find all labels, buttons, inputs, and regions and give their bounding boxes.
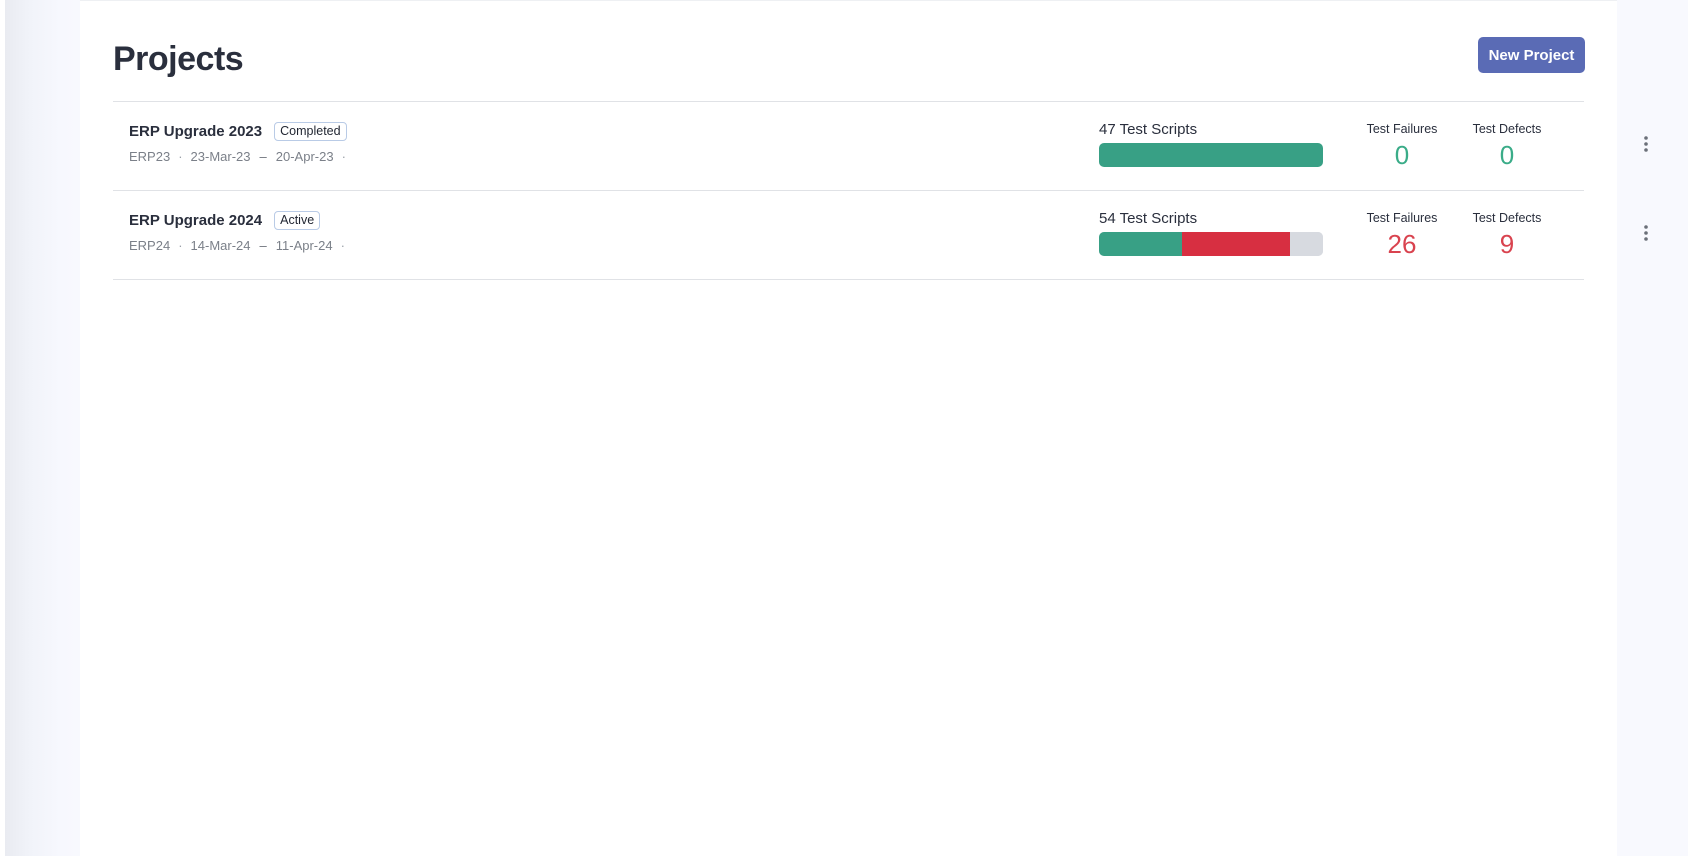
end-date: 20-Apr-23: [275, 149, 334, 164]
test-scripts-summary: 47 Test Scripts: [1099, 121, 1323, 167]
test-scripts-progress-bar: [1099, 143, 1323, 167]
test-defects-value: 0: [1499, 140, 1515, 170]
more-vertical-icon[interactable]: [1637, 221, 1655, 245]
start-date: 14-Mar-24: [190, 238, 251, 253]
project-meta: ERP23 · 23-Mar-23–20-Apr-23 ·: [129, 149, 354, 164]
test-failures-value: 26: [1387, 229, 1417, 259]
more-vertical-icon[interactable]: [1637, 132, 1655, 156]
status-badge: Completed: [274, 122, 347, 141]
meta-separator: ·: [341, 149, 346, 164]
test-defects-stat: Test Defects 9: [1462, 210, 1552, 260]
end-date: 11-Apr-24: [275, 238, 333, 253]
test-defects-label: Test Defects: [1472, 211, 1542, 225]
test-defects-value: 9: [1499, 229, 1515, 259]
project-row[interactable]: ERP Upgrade 2024 Active ERP24 · 14-Mar-24–…: [113, 191, 1648, 279]
test-failures-stat: Test Failures 0: [1357, 121, 1447, 171]
project-name[interactable]: ERP Upgrade 2024: [129, 212, 262, 229]
project-title-line: ERP Upgrade 2023 Completed: [129, 122, 347, 141]
test-scripts-progress-bar: [1099, 232, 1323, 256]
progress-failed-segment: [1181, 232, 1290, 256]
test-scripts-count: 54 Test Scripts: [1099, 210, 1198, 227]
start-date: 23-Mar-23: [190, 149, 251, 164]
test-defects-label: Test Defects: [1472, 122, 1542, 136]
project-list: ERP Upgrade 2023 Completed ERP23 · 23-Mar-…: [113, 101, 1648, 280]
test-failures-stat: Test Failures 26: [1357, 210, 1447, 260]
project-row[interactable]: ERP Upgrade 2023 Completed ERP23 · 23-Mar-…: [113, 102, 1648, 190]
date-range-dash: –: [259, 149, 267, 164]
test-scripts-summary: 54 Test Scripts: [1099, 210, 1323, 256]
date-range-dash: –: [259, 238, 267, 253]
test-scripts-count: 47 Test Scripts: [1099, 121, 1198, 138]
project-meta: ERP24 · 14-Mar-24–11-Apr-24 ·: [129, 238, 353, 253]
test-failures-label: Test Failures: [1366, 211, 1438, 225]
project-title-line: ERP Upgrade 2024 Active: [129, 211, 321, 230]
test-defects-stat: Test Defects 0: [1462, 121, 1552, 171]
meta-separator: ·: [178, 238, 183, 253]
divider: [113, 279, 1584, 280]
progress-passed-segment: [1099, 232, 1182, 256]
project-code: ERP24: [129, 238, 171, 253]
test-failures-value: 0: [1394, 140, 1410, 170]
new-project-button[interactable]: New Project: [1478, 37, 1585, 73]
progress-passed-segment: [1099, 143, 1323, 167]
progress-remaining-segment: [1289, 232, 1323, 256]
meta-separator: ·: [340, 238, 345, 253]
page-title: Projects: [113, 40, 244, 78]
left-rail: [0, 0, 80, 856]
status-badge: Active: [274, 211, 321, 230]
test-failures-label: Test Failures: [1366, 122, 1438, 136]
projects-panel: Projects New Project ERP Upgrade 2023 Co…: [80, 0, 1648, 856]
meta-separator: ·: [178, 149, 183, 164]
project-code: ERP23: [129, 149, 171, 164]
right-rail: [1617, 0, 1688, 856]
project-name[interactable]: ERP Upgrade 2023: [129, 123, 262, 140]
